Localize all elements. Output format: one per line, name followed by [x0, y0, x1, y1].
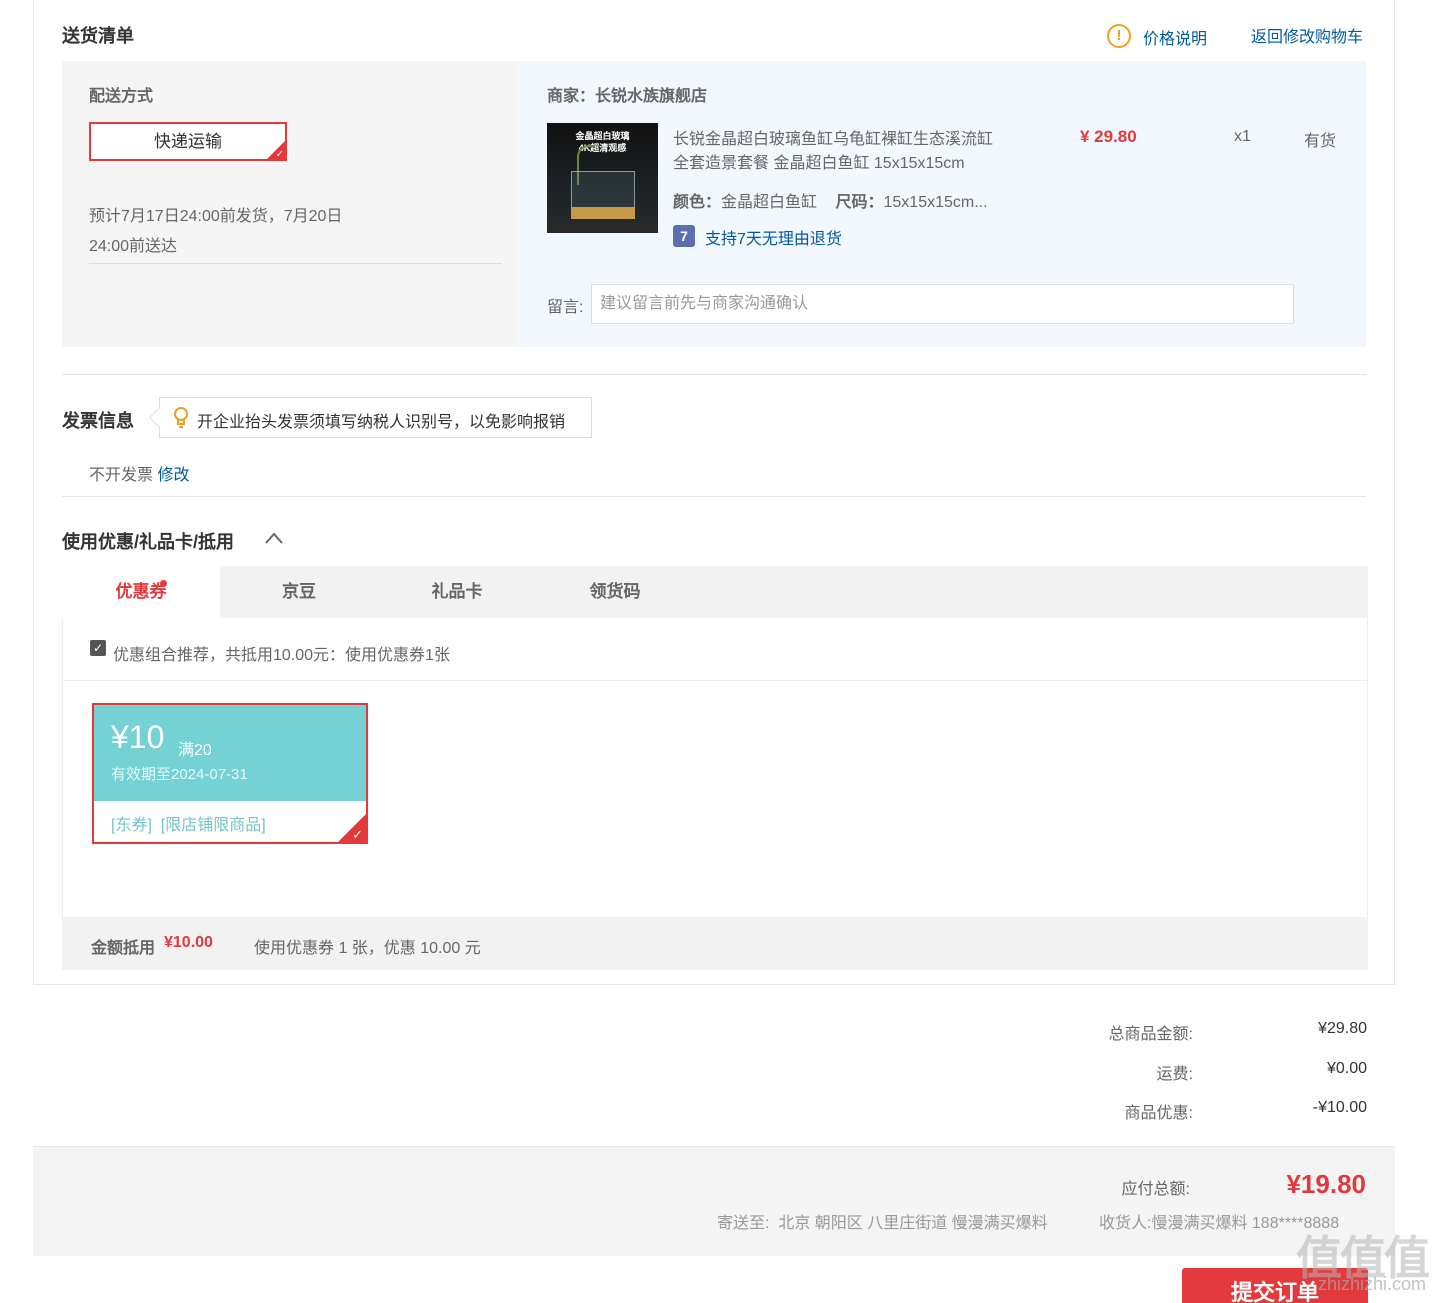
stock-status: 有货: [1304, 133, 1337, 150]
tab-coupon[interactable]: 优惠券: [62, 566, 220, 618]
invoice-status-row: 不开发票 修改: [89, 461, 189, 485]
address-label: 寄送至:: [717, 1215, 770, 1232]
goods-total-label: 总商品金额:: [1108, 1026, 1193, 1043]
freight-label: 运费:: [1156, 1066, 1193, 1083]
size-value: 15x15x15cm...: [883, 194, 988, 211]
invoice-edit-link[interactable]: 修改: [157, 467, 189, 484]
invoice-tip: 开企业抬头发票须填写纳税人识别号，以免影响报销: [159, 397, 592, 438]
ship-estimate-line2: 24:00前送达: [89, 238, 178, 255]
goods-total-value: ¥29.80: [1318, 1020, 1367, 1037]
shipping-address-row: 寄送至: 北京 朝阳区 八里庄街道 慢漫满买爆料: [717, 1209, 1048, 1233]
summary-label: 金额抵用: [91, 940, 156, 957]
lightbulb-icon: [174, 407, 188, 428]
coupon-threshold: 满20: [178, 742, 212, 759]
product-specs: 颜色：金晶超白鱼缸 尺码：15x15x15cm...: [673, 188, 988, 212]
ship-divider: [89, 263, 502, 264]
panel-divider: [63, 680, 1367, 681]
ship-method-text: 快递运输: [154, 132, 222, 151]
freight-value: ¥0.00: [1326, 1060, 1367, 1077]
coupon-validity: 有效期至2024-07-31: [111, 766, 248, 783]
info-icon: !: [1107, 24, 1131, 48]
remark-input[interactable]: [591, 284, 1294, 324]
color-label: 颜色：: [673, 194, 722, 211]
sand-shape: [571, 207, 635, 219]
combo-checkbox[interactable]: ✓: [90, 640, 106, 656]
ship-estimate-line1: 预计7月17日24:00前发货，7月20日: [89, 208, 343, 225]
chevron-up-icon[interactable]: [264, 531, 284, 545]
return-policy[interactable]: 支持7天无理由退货: [705, 225, 842, 249]
combo-text: 优惠组合推荐，共抵用10.00元：使用优惠券1张: [113, 647, 450, 664]
product-price: ¥ 29.80: [1080, 127, 1137, 146]
seven-day-return-icon: 7: [673, 225, 695, 247]
size-label: 尺码：: [835, 194, 884, 211]
discount-tabs: 优惠券 京豆 礼品卡 领货码: [62, 566, 1368, 618]
notification-dot: [160, 580, 167, 587]
invoice-title: 发票信息: [62, 411, 134, 431]
remark-label: 留言:: [547, 299, 584, 316]
tab-gift-card[interactable]: 礼品卡: [378, 566, 536, 618]
summary-text: 使用优惠券 1 张，优惠 10.00 元: [254, 940, 481, 957]
price-note-link[interactable]: 价格说明: [1143, 25, 1207, 49]
section-divider-2: [62, 496, 1366, 497]
coupon-amount: ¥10: [111, 719, 165, 755]
product-title-line1[interactable]: 长锐金晶超白玻璃鱼缸乌龟缸裸缸生态溪流缸: [673, 125, 993, 149]
discount-value: -¥10.00: [1312, 1099, 1367, 1116]
pay-total-label: 应付总额:: [1121, 1181, 1190, 1198]
tab-jingdou[interactable]: 京豆: [220, 566, 378, 618]
coupon-card[interactable]: ¥10 满20 有效期至2024-07-31 [东券] [限店铺限商品] ✓: [92, 703, 368, 844]
coupon-tags: [东券] [限店铺限商品]: [111, 817, 266, 834]
coupon-check-icon: ✓: [352, 827, 363, 842]
product-title-line2[interactable]: 全套造景套餐 金晶超白鱼缸 15x15x15cm: [673, 149, 965, 173]
payment-bar: [33, 1146, 1395, 1256]
ship-method-button[interactable]: 快递运输 ✓: [89, 122, 287, 161]
tab-pickup-code[interactable]: 领货码: [536, 566, 694, 618]
section-divider-1: [62, 374, 1366, 375]
merchant-header: 商家：长锐水族旗舰店: [547, 82, 707, 106]
discount-summary-bar: 金额抵用 ¥10.00 使用优惠券 1 张，优惠 10.00 元: [62, 917, 1368, 970]
product-thumbnail[interactable]: 金晶超白玻璃 4K超清观感: [547, 123, 658, 233]
ship-method-label: 配送方式: [89, 88, 154, 105]
pay-total-value: ¥19.80: [1286, 1169, 1366, 1199]
check-icon: ✓: [275, 149, 284, 160]
product-quantity: x1: [1234, 128, 1251, 145]
invoice-status: 不开发票: [89, 467, 154, 484]
thumbnail-caption-2: 4K超清观感: [578, 143, 627, 153]
delivery-title: 送货清单: [62, 26, 134, 46]
discount-label: 商品优惠:: [1124, 1105, 1193, 1122]
tab-coupon-label: 优惠券: [115, 582, 167, 601]
merchant-name: 长锐水族旗舰店: [595, 88, 708, 105]
coupon-header: ¥10 满20 有效期至2024-07-31: [94, 705, 366, 801]
discount-title: 使用优惠/礼品卡/抵用: [62, 532, 235, 552]
receiver-label: 收货人:: [1099, 1215, 1152, 1232]
back-to-cart-link[interactable]: 返回修改购物车: [1251, 23, 1363, 47]
address-value: 北京 朝阳区 八里庄街道 慢漫满买爆料: [778, 1215, 1048, 1232]
invoice-tip-text: 开企业抬头发票须填写纳税人识别号，以免影响报销: [197, 414, 566, 431]
summary-amount: ¥10.00: [164, 934, 213, 951]
color-value: 金晶超白鱼缸: [721, 194, 818, 211]
watermark-url: zhizhizhi.com: [1318, 1274, 1427, 1294]
merchant-label: 商家：: [547, 88, 596, 105]
